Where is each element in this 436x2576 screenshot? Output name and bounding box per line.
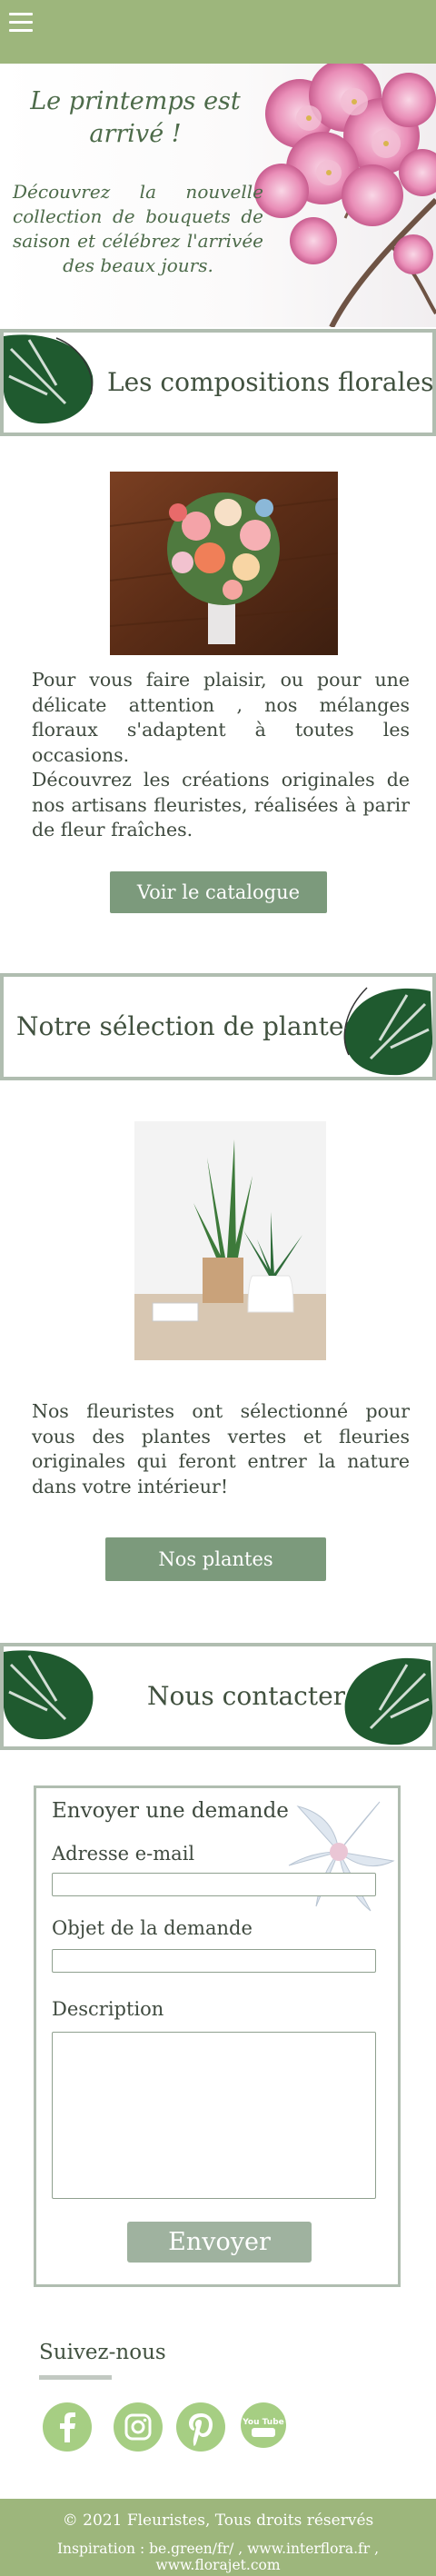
youtube-icon[interactable]: You Tube (241, 2402, 286, 2448)
hero-title: Le printemps est arrivé ! (30, 87, 241, 148)
form-title: Envoyer une demande (52, 1799, 289, 1823)
monstera-leaf-icon (344, 1658, 432, 1746)
footer: © 2021 Fleuristes, Tous droits réservés … (0, 2499, 436, 2576)
plantes-header: Notre sélection de plantes (0, 973, 436, 1080)
pinterest-icon[interactable] (176, 2402, 225, 2452)
catalogue-button[interactable]: Voir le catalogue (110, 871, 327, 913)
monstera-leaf-icon (343, 987, 432, 1076)
contact-form: Envoyer une demande Adresse e-mail Objet… (34, 1785, 401, 2287)
plantes-title: Notre sélection de plantes (16, 1011, 357, 1041)
copyright-text: © 2021 Fleuristes, Tous droits réservés (62, 2511, 374, 2530)
plantes-button[interactable]: Nos plantes (105, 1537, 326, 1581)
hero-banner: Le printemps est arrivé ! Découvrez la n… (0, 64, 436, 327)
youtube-logo-text: You Tube (242, 2418, 284, 2427)
follow-title: Suivez-nous (39, 2341, 166, 2364)
succulent-icon (288, 1801, 395, 1912)
email-field[interactable] (52, 1873, 376, 1896)
send-button[interactable]: Envoyer (127, 2222, 312, 2263)
subject-field[interactable] (52, 1949, 376, 1973)
cherry-blossom-image (254, 64, 436, 327)
compositions-text-1: Pour vous faire plaisir, ou pour une dél… (32, 669, 410, 766)
subject-label: Objet de la demande (52, 1917, 253, 1939)
description-field[interactable] (52, 2032, 376, 2199)
contact-header: Nous contacter (0, 1643, 436, 1750)
divider (39, 2375, 112, 2380)
instagram-icon[interactable] (114, 2402, 163, 2452)
monstera-leaf-icon (4, 1650, 94, 1740)
compositions-header: Les compositions florales (0, 329, 436, 436)
compositions-title: Les compositions florales (107, 367, 434, 397)
description-label: Description (52, 1998, 164, 2020)
plantes-text: Nos fleuristes ont sélectionné pour vous… (32, 1400, 410, 1497)
plants-image (134, 1121, 326, 1360)
bouquet-image (110, 472, 338, 655)
inspiration-text: Inspiration : be.green/fr/ , www.interfl… (56, 2541, 380, 2573)
contact-title: Nous contacter (147, 1681, 346, 1711)
facebook-icon[interactable] (43, 2402, 92, 2452)
menu-icon[interactable] (9, 13, 33, 33)
monstera-leaf-icon (4, 334, 94, 424)
hero-text: Découvrez la nouvelle collection de bouq… (13, 181, 263, 276)
top-bar (0, 0, 436, 64)
email-label: Adresse e-mail (52, 1843, 195, 1865)
compositions-text-2: Découvrez les créations originales de no… (32, 769, 410, 840)
